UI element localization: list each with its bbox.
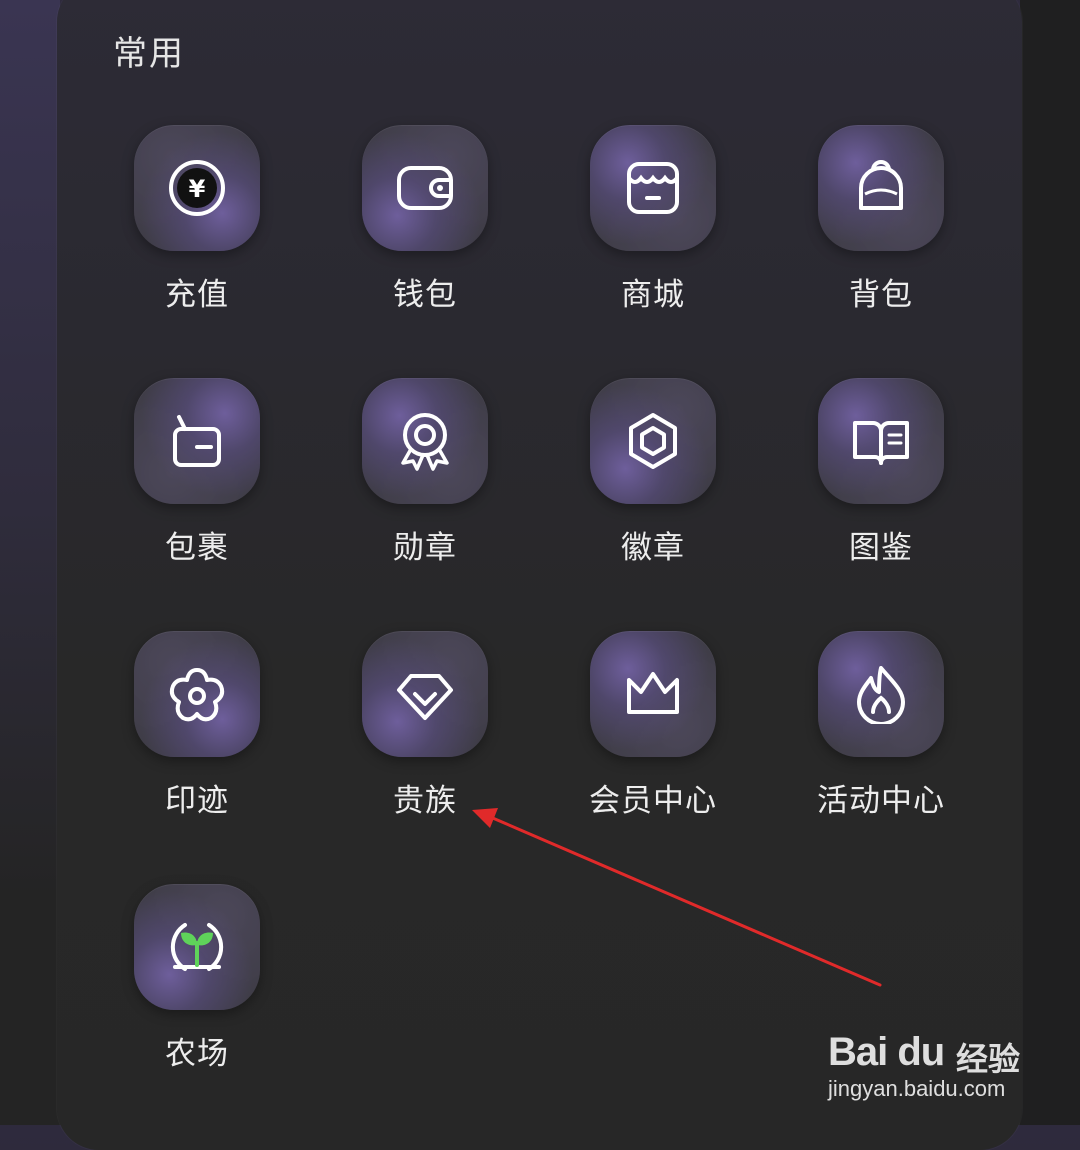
- nobility-icon-tile[interactable]: [362, 631, 488, 757]
- item-label: 商城: [621, 277, 685, 313]
- wallet-icon-tile[interactable]: [362, 125, 488, 251]
- item-badge[interactable]: 徽章: [539, 378, 767, 598]
- background-edge: [1020, 0, 1080, 1125]
- flame-icon: [857, 666, 905, 724]
- item-farm[interactable]: 农场: [83, 884, 311, 1104]
- crown-icon: [627, 672, 679, 714]
- package-icon-tile[interactable]: [134, 378, 260, 504]
- section-title: 常用: [113, 34, 185, 74]
- wallet-icon: [397, 166, 453, 210]
- activity-center-icon-tile[interactable]: [818, 631, 944, 757]
- item-label: 贵族: [393, 783, 457, 819]
- imprint-icon-tile[interactable]: [134, 631, 260, 757]
- flower-icon: [169, 668, 225, 722]
- item-label: 徽章: [621, 530, 685, 566]
- package-icon: [173, 415, 221, 467]
- item-imprint[interactable]: 印迹: [83, 631, 311, 851]
- badge-icon-tile[interactable]: [590, 378, 716, 504]
- backpack-icon-tile[interactable]: [818, 125, 944, 251]
- item-label: 农场: [165, 1036, 229, 1072]
- item-activity-center[interactable]: 活动中心: [767, 631, 995, 851]
- jingyan-text: 经验: [956, 1040, 1021, 1078]
- item-label: 会员中心: [589, 783, 717, 819]
- item-label: 背包: [849, 277, 913, 313]
- medal-icon-tile[interactable]: [362, 378, 488, 504]
- item-nobility[interactable]: 贵族: [311, 631, 539, 851]
- medal-icon: [401, 413, 449, 471]
- baidu-logo: Bai du: [828, 1030, 945, 1074]
- hexagon-badge-icon: [629, 413, 677, 469]
- handbook-icon-tile[interactable]: [818, 378, 944, 504]
- item-label: 印迹: [165, 783, 229, 819]
- svg-text:¥: ¥: [189, 175, 206, 203]
- item-label: 充值: [165, 277, 229, 313]
- yuan-coin-icon: ¥: [169, 160, 225, 216]
- item-member-center[interactable]: 会员中心: [539, 631, 767, 851]
- item-label: 勋章: [393, 530, 457, 566]
- item-medal[interactable]: 勋章: [311, 378, 539, 598]
- book-icon: [853, 421, 909, 465]
- item-package[interactable]: 包裹: [83, 378, 311, 598]
- background-glow: [0, 0, 60, 1125]
- store-icon: [627, 162, 679, 214]
- store-icon-tile[interactable]: [590, 125, 716, 251]
- item-backpack[interactable]: 背包: [767, 125, 995, 345]
- item-wallet[interactable]: 钱包: [311, 125, 539, 345]
- baidu-jingyan-watermark: Bai du 经验 jingyan.baidu.com: [828, 1010, 1028, 1105]
- item-label: 图鉴: [849, 530, 913, 566]
- item-label: 包裹: [165, 530, 229, 566]
- item-store[interactable]: 商城: [539, 125, 767, 345]
- item-recharge[interactable]: ¥ 充值: [83, 125, 311, 345]
- member-center-icon-tile[interactable]: [590, 631, 716, 757]
- watermark-url: jingyan.baidu.com: [828, 1076, 1006, 1101]
- sprout-icon: [170, 923, 224, 971]
- item-label: 钱包: [393, 277, 457, 313]
- item-handbook[interactable]: 图鉴: [767, 378, 995, 598]
- diamond-icon: [397, 674, 453, 720]
- farm-icon-tile[interactable]: [134, 884, 260, 1010]
- backpack-icon: [859, 160, 903, 210]
- item-label: 活动中心: [817, 783, 945, 819]
- recharge-icon-tile[interactable]: ¥: [134, 125, 260, 251]
